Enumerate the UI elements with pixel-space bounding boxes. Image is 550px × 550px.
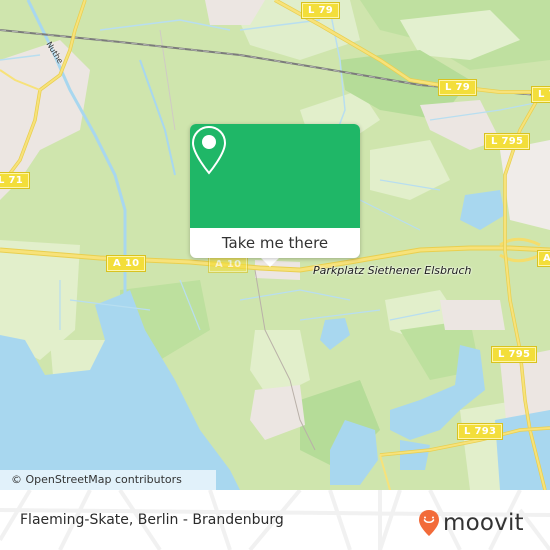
road-shield: A 10 — [207, 256, 249, 273]
road-shield: L 79 — [438, 79, 477, 96]
road-shield: L 795 — [490, 346, 538, 363]
road-shield: A — [536, 250, 550, 267]
road-shield: L 79 — [531, 86, 550, 103]
map-attribution[interactable]: © OpenStreetMap contributors — [0, 470, 216, 490]
popup-header[interactable] — [190, 124, 360, 228]
road-shield: A 10 — [105, 255, 147, 272]
road-shield: L 71 — [0, 172, 30, 189]
moovit-logo[interactable]: moovit — [418, 508, 524, 538]
popup-pointer — [261, 258, 279, 267]
take-me-there-button[interactable]: Take me there — [190, 228, 360, 258]
map-pin-icon — [191, 125, 227, 175]
road-shield: L 795 — [483, 133, 531, 150]
place-label-parking[interactable]: Parkplatz Siethener Elsbruch — [313, 264, 471, 277]
road-shield: L 79 — [301, 2, 340, 19]
map-view[interactable]: L 79 L 79 L 795 L 795 L 793 A 10 A 10 A … — [0, 0, 550, 490]
brand-name: moovit — [443, 510, 524, 536]
moovit-smile-pin-icon — [419, 510, 439, 536]
road-shield: L 793 — [456, 423, 504, 440]
footer-bar: Flaeming-Skate, Berlin - Brandenburg moo… — [0, 490, 550, 550]
location-popup[interactable]: Take me there — [190, 124, 360, 258]
location-title: Flaeming-Skate, Berlin - Brandenburg — [20, 512, 284, 528]
